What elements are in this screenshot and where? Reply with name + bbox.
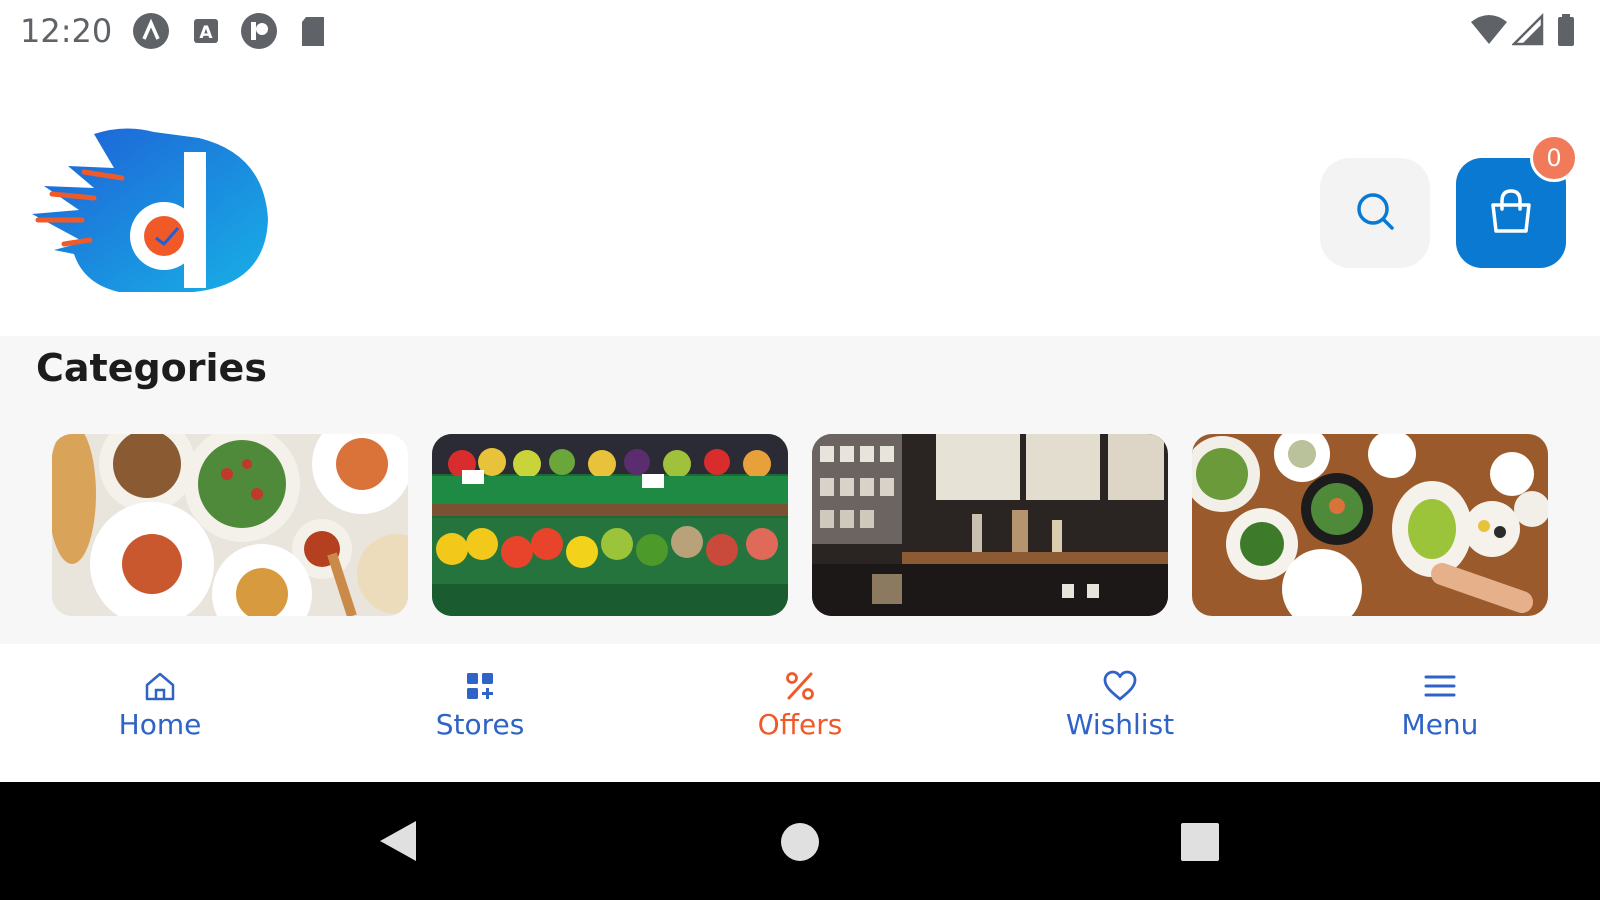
category-card-grocery[interactable] — [432, 434, 788, 616]
category-card-cafe[interactable] — [812, 434, 1168, 616]
home-circle-icon[interactable] — [780, 822, 820, 867]
svg-text:A: A — [199, 23, 213, 43]
nav-home[interactable]: Home — [50, 668, 270, 758]
category-image-pasta — [52, 434, 408, 616]
screen: 12:20 A 0 Categories Home Stores Offers … — [0, 0, 1600, 900]
categories-section: Categories — [0, 336, 1600, 644]
nav-wishlist-label: Wishlist — [1065, 708, 1175, 741]
nav-wishlist[interactable]: Wishlist — [1010, 668, 1230, 758]
category-image-grocery — [432, 434, 788, 616]
shopping-bag-icon — [1485, 185, 1537, 242]
search-icon — [1353, 189, 1397, 238]
signal-icon — [1510, 12, 1544, 53]
section-title: Categories — [36, 346, 267, 390]
status-bar: 12:20 A — [0, 0, 1600, 64]
bottom-navigation: Home Stores Offers Wishlist Menu — [0, 644, 1600, 782]
battery-icon — [1556, 12, 1576, 53]
back-icon[interactable] — [376, 818, 420, 869]
nav-home-label: Home — [118, 708, 202, 741]
category-image-cafe — [812, 434, 1168, 616]
search-button[interactable] — [1320, 158, 1430, 268]
nav-menu-label: Menu — [1401, 708, 1479, 741]
nav-offers[interactable]: Offers — [690, 668, 910, 758]
nav-stores-label: Stores — [435, 708, 525, 741]
status-time: 12:20 — [20, 12, 113, 50]
nav-offers-label: Offers — [757, 708, 843, 741]
nav-stores[interactable]: Stores — [370, 668, 590, 758]
app-logo[interactable] — [24, 124, 274, 304]
p-icon — [240, 12, 278, 55]
grid-icon — [462, 668, 498, 704]
category-image-dining — [1192, 434, 1548, 616]
wifi-icon — [1470, 12, 1508, 53]
app-header: 0 — [0, 64, 1600, 336]
nav-menu[interactable]: Menu — [1330, 668, 1550, 758]
category-card-pasta[interactable] — [52, 434, 408, 616]
menu-icon — [1422, 668, 1458, 704]
system-navigation-bar — [0, 782, 1600, 900]
assistant-icon — [132, 12, 170, 55]
heart-icon — [1102, 668, 1138, 704]
recents-square-icon[interactable] — [1180, 822, 1220, 867]
home-icon — [142, 668, 178, 704]
percent-icon — [782, 668, 818, 704]
a-badge-icon: A — [192, 12, 220, 55]
sd-card-icon — [298, 12, 328, 55]
cart-count-badge: 0 — [1530, 134, 1578, 182]
category-card-dining[interactable] — [1192, 434, 1548, 616]
